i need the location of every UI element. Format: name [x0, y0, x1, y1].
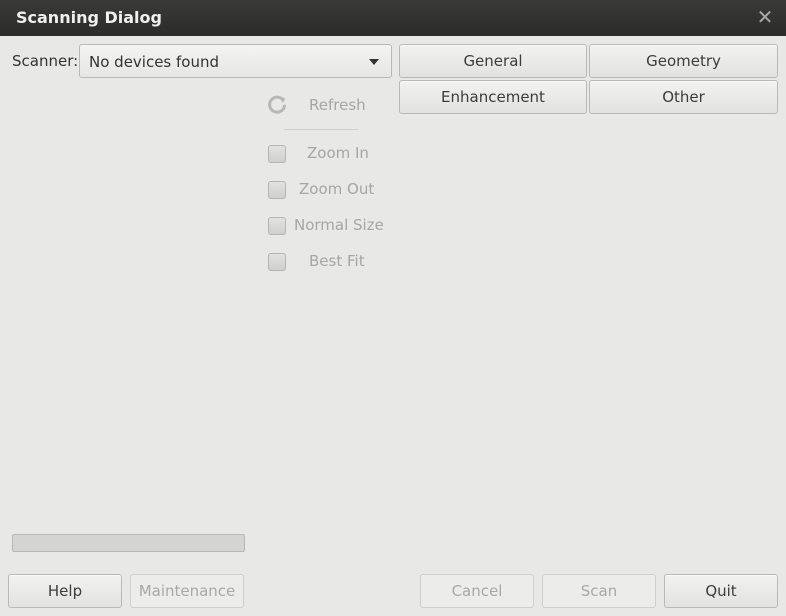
zoom-in-icon	[268, 145, 286, 163]
tab-other[interactable]: Other	[589, 80, 778, 114]
tab-general-label: General	[463, 52, 523, 70]
tab-general[interactable]: General	[399, 44, 587, 78]
maintenance-button-label: Maintenance	[138, 582, 236, 600]
normal-size-icon	[268, 217, 286, 235]
zoom-out-icon	[268, 181, 286, 199]
title-bar: Scanning Dialog ✕	[0, 0, 786, 36]
zoom-out-button[interactable]: Zoom Out	[268, 176, 378, 204]
window-title: Scanning Dialog	[16, 8, 162, 27]
tab-other-label: Other	[662, 88, 705, 106]
tab-enhancement-label: Enhancement	[441, 88, 545, 106]
quit-button-label: Quit	[705, 582, 737, 600]
normal-size-label: Normal Size	[294, 216, 384, 234]
progress-bar	[12, 534, 245, 552]
help-button[interactable]: Help	[8, 574, 122, 608]
scanner-label: Scanner:	[12, 52, 79, 70]
dropdown-arrow-icon	[369, 59, 379, 65]
toolbar-separator	[284, 129, 358, 130]
refresh-button[interactable]: Refresh	[266, 92, 366, 120]
best-fit-label: Best Fit	[309, 252, 365, 270]
zoom-out-label: Zoom Out	[299, 180, 375, 198]
scanner-dropdown[interactable]: No devices found	[79, 44, 392, 78]
tab-geometry[interactable]: Geometry	[589, 44, 778, 78]
cancel-button[interactable]: Cancel	[420, 574, 534, 608]
refresh-label: Refresh	[309, 96, 366, 114]
tab-geometry-label: Geometry	[646, 52, 721, 70]
maintenance-button[interactable]: Maintenance	[130, 574, 244, 608]
normal-size-button[interactable]: Normal Size	[268, 212, 384, 240]
best-fit-button[interactable]: Best Fit	[268, 248, 368, 276]
best-fit-icon	[268, 253, 286, 271]
tab-enhancement[interactable]: Enhancement	[399, 80, 587, 114]
help-button-label: Help	[47, 582, 83, 600]
quit-button[interactable]: Quit	[664, 574, 778, 608]
scan-button[interactable]: Scan	[542, 574, 656, 608]
scan-button-label: Scan	[580, 582, 618, 600]
close-icon[interactable]: ✕	[754, 6, 776, 28]
zoom-in-label: Zoom In	[307, 144, 369, 162]
refresh-icon	[266, 94, 288, 116]
zoom-in-button[interactable]: Zoom In	[268, 140, 369, 168]
cancel-button-label: Cancel	[451, 582, 503, 600]
scanner-selected-value: No devices found	[89, 53, 220, 71]
